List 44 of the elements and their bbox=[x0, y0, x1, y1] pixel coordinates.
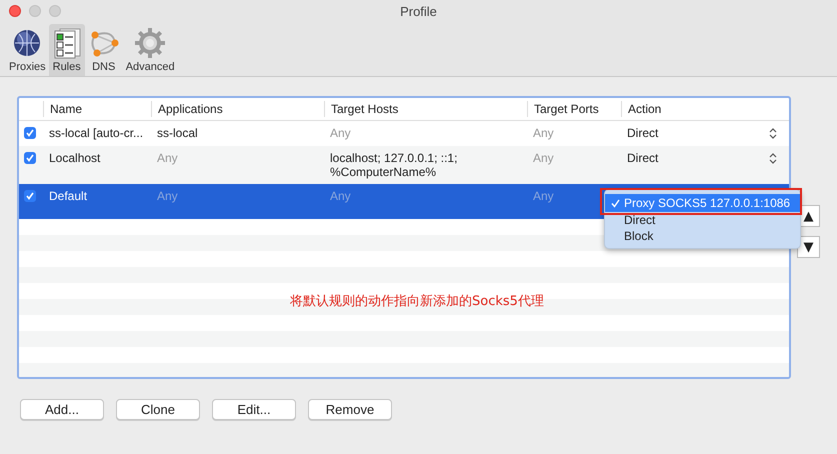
window-title: Profile bbox=[399, 4, 438, 19]
stepper-icon[interactable] bbox=[769, 128, 777, 139]
column-header[interactable]: Name bbox=[43, 101, 151, 117]
globe-icon bbox=[12, 28, 42, 58]
table-cell: Default bbox=[49, 189, 88, 203]
action-button[interactable]: Remove bbox=[308, 399, 392, 420]
checkbox[interactable] bbox=[24, 190, 36, 202]
action-button[interactable]: Edit... bbox=[212, 399, 296, 420]
table-cell: localhost; 127.0.0.1; ::1; %ComputerName% bbox=[330, 151, 458, 179]
move-down-button[interactable]: ▼ bbox=[797, 236, 820, 258]
close-button[interactable] bbox=[9, 5, 21, 17]
checkmark-icon bbox=[611, 198, 620, 208]
table-cell: Any bbox=[330, 126, 351, 140]
toolbar-tab[interactable]: DNS bbox=[84, 24, 123, 76]
table-cell: ss-local bbox=[157, 126, 198, 140]
action-button[interactable]: Clone bbox=[116, 399, 200, 420]
action-button[interactable]: Add... bbox=[20, 399, 104, 420]
annotation-text: 将默认规则的动作指向新添加的Socks5代理 bbox=[289, 293, 545, 310]
menu-item[interactable]: Block bbox=[605, 228, 800, 244]
table-cell: ss-local [auto-cr... bbox=[49, 126, 144, 140]
action-popup[interactable]: Direct bbox=[627, 126, 658, 143]
menu-item[interactable]: Proxy SOCKS5 127.0.0.1:1086 bbox=[605, 194, 800, 212]
gear-icon bbox=[134, 27, 166, 59]
toolbar-tab[interactable]: Advanced bbox=[122, 24, 178, 76]
checklist-icon bbox=[52, 27, 82, 59]
column-header[interactable]: Applications bbox=[151, 101, 324, 117]
table-cell: Any bbox=[330, 189, 351, 203]
table-cell: Localhost bbox=[49, 151, 100, 165]
toolbar-tab[interactable]: Rules bbox=[48, 24, 85, 76]
action-popup[interactable]: Direct bbox=[627, 151, 658, 181]
checkbox[interactable] bbox=[24, 152, 36, 164]
table-cell: Any bbox=[533, 189, 554, 203]
table-row[interactable]: ss-local [auto-cr... ss-local Any Any Direct bbox=[19, 121, 789, 146]
table-cell: Any bbox=[533, 151, 554, 165]
toolbar-tab[interactable]: Proxies bbox=[6, 24, 49, 76]
checkbox[interactable] bbox=[24, 127, 36, 139]
table-cell: Any bbox=[157, 189, 178, 203]
column-header[interactable]: Target Ports bbox=[527, 101, 621, 117]
column-header[interactable]: Target Hosts bbox=[324, 101, 527, 117]
stepper-icon[interactable] bbox=[769, 153, 777, 164]
column-header[interactable]: Action bbox=[621, 101, 785, 117]
table-row[interactable]: Localhost Any localhost; 127.0.0.1; ::1; %ComputerName% Any Direct bbox=[19, 146, 789, 184]
table-cell: Any bbox=[533, 126, 554, 140]
table-cell: Any bbox=[157, 151, 178, 165]
